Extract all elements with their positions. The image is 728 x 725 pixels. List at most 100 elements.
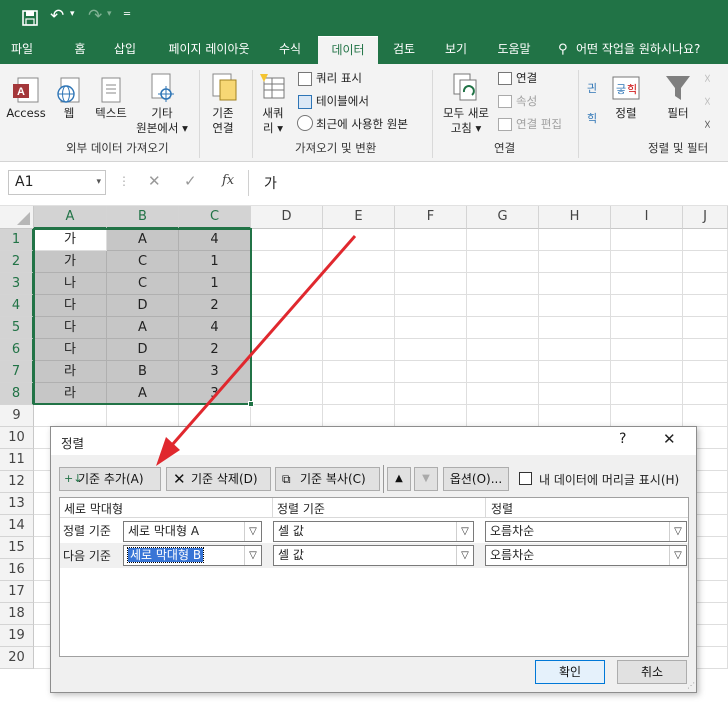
column-header-c[interactable]: C [179,206,251,229]
cell[interactable] [683,273,728,295]
cell[interactable] [323,295,395,317]
cell[interactable] [323,383,395,405]
cell[interactable] [683,251,728,273]
cell[interactable]: A [107,229,179,251]
column-header-a[interactable]: A [34,206,107,229]
insert-function-icon[interactable]: fx [222,173,234,188]
cancel-icon[interactable]: ✕ [148,172,161,190]
cell[interactable] [611,317,683,339]
refresh-all-label-2[interactable]: 고침 ▾ [436,121,496,136]
cell[interactable] [539,229,611,251]
cell[interactable] [251,361,323,383]
cell[interactable] [395,273,467,295]
enter-icon[interactable]: ✓ [184,172,197,190]
cell[interactable] [683,339,728,361]
cell[interactable] [395,229,467,251]
move-down-button[interactable]: ▼ [414,467,438,491]
row-header[interactable]: 2 [0,251,34,273]
customize-toolbar-icon[interactable]: ═ [124,9,130,20]
options-button[interactable]: 옵션(O)... [443,467,509,491]
cell[interactable] [683,229,728,251]
cell[interactable] [539,339,611,361]
row-header[interactable]: 15 [0,537,34,559]
row-header[interactable]: 13 [0,493,34,515]
show-queries-button[interactable]: 쿼리 표시 [316,71,362,86]
cell[interactable] [251,251,323,273]
recent-sources-button[interactable]: 최근에 사용한 원본 [316,117,408,132]
row-header[interactable]: 18 [0,603,34,625]
level-2-order-select[interactable]: 오름차순 ▽ [485,545,687,566]
cell[interactable] [611,383,683,405]
name-box-dropdown-icon[interactable]: ▾ [96,171,101,194]
cell[interactable] [395,251,467,273]
headers-checkbox-label[interactable]: 내 데이터에 머리글 표시(H) [539,471,679,488]
cell[interactable] [395,317,467,339]
cell[interactable] [323,339,395,361]
cell[interactable]: C [107,251,179,273]
cell[interactable] [467,339,539,361]
advanced-filter-icon[interactable]: ☓ [704,118,711,133]
column-header-j[interactable]: J [683,206,728,229]
save-icon[interactable] [22,10,38,26]
cell[interactable] [683,405,728,427]
cell[interactable]: B [107,361,179,383]
row-header[interactable]: 9 [0,405,34,427]
cell[interactable]: 2 [179,339,251,361]
row-header[interactable]: 6 [0,339,34,361]
row-header[interactable]: 5 [0,317,34,339]
cell[interactable] [467,295,539,317]
cell[interactable] [395,339,467,361]
cell[interactable] [683,295,728,317]
cell[interactable] [611,339,683,361]
cell[interactable]: 나 [34,273,107,295]
tab-view[interactable]: 보기 [436,36,476,64]
cell[interactable]: 1 [179,251,251,273]
cell[interactable] [323,405,395,427]
cell[interactable] [251,339,323,361]
cell[interactable] [611,295,683,317]
sort-az-icon[interactable]: 긘 힉 [585,76,607,128]
column-header-f[interactable]: F [395,206,467,229]
dialog-close-button[interactable]: ✕ [663,430,676,448]
column-header-g[interactable]: G [467,206,539,229]
cell[interactable] [467,229,539,251]
cell[interactable] [539,383,611,405]
name-box[interactable]: A1 ▾ [8,170,106,195]
cell[interactable]: 다 [34,295,107,317]
cell[interactable]: C [107,273,179,295]
cell[interactable] [323,229,395,251]
refresh-all-label-1[interactable]: 모두 새로 [436,106,496,121]
undo-dropdown-icon[interactable]: ▾ [70,9,75,19]
tab-file[interactable]: 파일 [2,36,42,64]
cell[interactable] [467,317,539,339]
cell[interactable]: 다 [34,317,107,339]
cell[interactable] [323,251,395,273]
cell[interactable] [251,273,323,295]
row-header[interactable]: 11 [0,449,34,471]
cell[interactable] [395,405,467,427]
column-header-i[interactable]: I [611,206,683,229]
cell[interactable] [251,405,323,427]
cell[interactable]: D [107,295,179,317]
cell[interactable] [251,317,323,339]
connections-button[interactable]: 연결 [516,71,537,86]
resize-grip-icon[interactable]: ⋰ [687,681,695,690]
cell[interactable] [539,273,611,295]
new-query-label-1[interactable]: 새쿼 [256,106,290,121]
row-header[interactable]: 3 [0,273,34,295]
cell[interactable] [467,361,539,383]
cell[interactable] [251,295,323,317]
cell[interactable] [251,229,323,251]
help-button[interactable]: ? [619,431,626,447]
tab-help[interactable]: 도움말 [488,36,540,64]
cell[interactable] [467,251,539,273]
cell[interactable] [323,273,395,295]
text-button[interactable]: 텍스트 [88,106,134,121]
tab-data[interactable]: 데이터 [318,36,378,64]
row-header[interactable]: 10 [0,427,34,449]
cell[interactable]: 라 [34,361,107,383]
cell[interactable] [395,295,467,317]
cell[interactable] [611,361,683,383]
cell[interactable] [539,295,611,317]
move-up-button[interactable]: ▲ [387,467,411,491]
